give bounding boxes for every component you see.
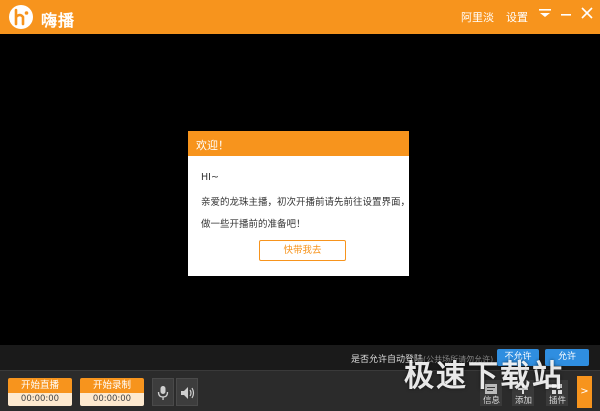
plugin-button[interactable]: 插件 xyxy=(549,394,566,406)
start-live-label: 开始直播 xyxy=(8,378,72,393)
start-record-button[interactable]: 开始录制 00:00:00 xyxy=(80,378,144,406)
speaker-icon[interactable] xyxy=(176,378,198,406)
settings-link[interactable]: 设置 xyxy=(506,9,528,25)
app-name: 嗨播 xyxy=(41,11,76,30)
app-logo-icon xyxy=(9,5,33,29)
dialog-body: HI~ 亲爱的龙珠主播，初次开播前请先前往设置界面， 做一些开播前的准备吧！ 快… xyxy=(188,156,411,276)
microphone-icon[interactable] xyxy=(152,378,174,406)
dialog-greeting: HI~ xyxy=(201,172,219,183)
welcome-dialog: 欢迎！ HI~ 亲爱的龙珠主播，初次开播前请先前往设置界面， 做一些开播前的准备… xyxy=(188,131,411,276)
dialog-message: 亲爱的龙珠主播，初次开播前请先前往设置界面， xyxy=(201,197,411,208)
user-name-link[interactable]: 阿里淡 xyxy=(461,9,494,25)
dialog-title: 欢迎！ xyxy=(188,131,409,156)
start-record-label: 开始录制 xyxy=(80,378,144,393)
live-timer: 00:00:00 xyxy=(8,393,72,406)
watermark-text: 极速下载站 xyxy=(404,359,564,394)
go-settings-button[interactable]: 快带我去 xyxy=(259,240,346,261)
close-icon[interactable] xyxy=(578,5,596,21)
menu-dropdown-icon[interactable] xyxy=(536,5,554,21)
minimize-icon[interactable] xyxy=(557,5,575,21)
more-button[interactable]: > xyxy=(577,376,592,408)
title-bar: 嗨播 阿里淡 设置 xyxy=(0,0,600,34)
add-button[interactable]: 添加 xyxy=(515,394,532,406)
dialog-message-2: 做一些开播前的准备吧！ xyxy=(201,219,306,230)
record-timer: 00:00:00 xyxy=(80,393,144,406)
start-live-button[interactable]: 开始直播 00:00:00 xyxy=(8,378,72,406)
info-button[interactable]: 信息 xyxy=(483,394,500,406)
